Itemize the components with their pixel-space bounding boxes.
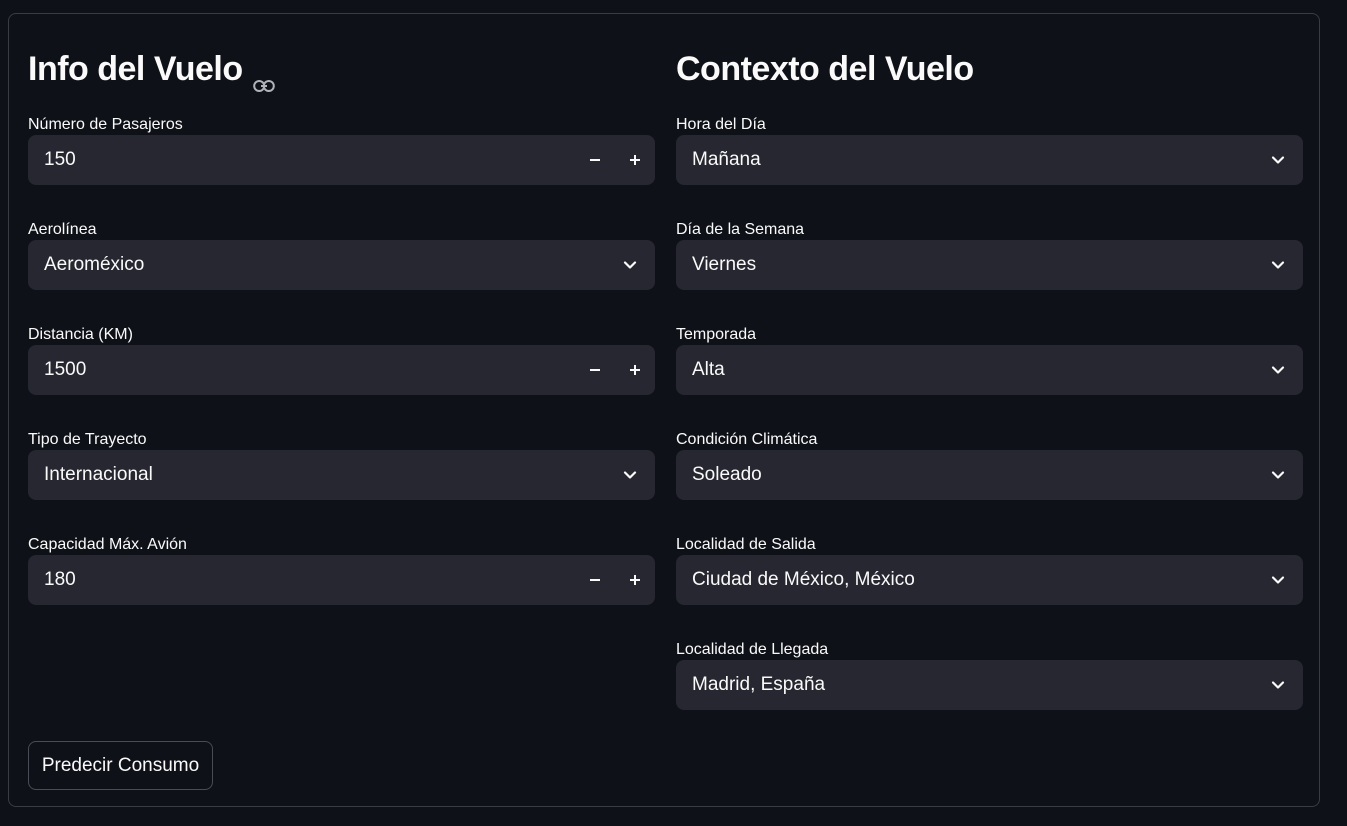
departure-location-select[interactable]: Ciudad de México, México (676, 555, 1303, 605)
flight-info-title: Info del Vuelo (28, 50, 243, 88)
passengers-label: Número de Pasajeros (28, 116, 183, 133)
route-type-label: Tipo de Trayecto (28, 431, 147, 448)
max-capacity-decrement-button[interactable] (575, 555, 615, 605)
chevron-down-icon (1271, 261, 1285, 269)
season-select[interactable]: Alta (676, 345, 1303, 395)
chevron-down-icon (623, 471, 637, 479)
max-capacity-number-input[interactable]: 180 (28, 555, 655, 605)
departure-location-value: Ciudad de México, México (692, 569, 915, 590)
passengers-value[interactable]: 150 (44, 135, 76, 185)
time-of-day-label: Hora del Día (676, 116, 766, 133)
arrival-location-label: Localidad de Llegada (676, 641, 829, 658)
chevron-down-icon (1271, 681, 1285, 689)
chevron-down-icon (1271, 156, 1285, 164)
chevron-down-icon (1271, 471, 1285, 479)
day-of-week-select[interactable]: Viernes (676, 240, 1303, 290)
max-capacity-increment-button[interactable] (615, 555, 655, 605)
passengers-decrement-button[interactable] (575, 135, 615, 185)
max-capacity-value[interactable]: 180 (44, 555, 76, 605)
departure-location-label: Localidad de Salida (676, 536, 816, 553)
predict-consumption-button[interactable]: Predecir Consumo (28, 741, 213, 790)
passengers-number-input[interactable]: 150 (28, 135, 655, 185)
day-of-week-label: Día de la Semana (676, 221, 805, 238)
arrival-location-select[interactable]: Madrid, España (676, 660, 1303, 710)
weather-select[interactable]: Soleado (676, 450, 1303, 500)
airline-select[interactable]: Aeroméxico (28, 240, 655, 290)
distance-decrement-button[interactable] (575, 345, 615, 395)
distance-increment-button[interactable] (615, 345, 655, 395)
route-type-select[interactable]: Internacional (28, 450, 655, 500)
max-capacity-label: Capacidad Máx. Avión (28, 536, 187, 553)
flight-info-heading: Info del Vuelo (28, 50, 275, 92)
weather-value: Soleado (692, 464, 762, 485)
link-icon[interactable] (252, 63, 275, 92)
season-value: Alta (692, 359, 725, 380)
airline-value: Aeroméxico (44, 254, 145, 275)
chevron-down-icon (1271, 366, 1285, 374)
day-of-week-value: Viernes (692, 254, 757, 275)
minus-icon (590, 369, 600, 371)
route-type-value: Internacional (44, 464, 153, 485)
airline-label: Aerolínea (28, 221, 97, 238)
time-of-day-select[interactable]: Mañana (676, 135, 1303, 185)
flight-context-heading: Contexto del Vuelo (676, 50, 974, 89)
minus-icon (590, 159, 600, 161)
distance-value[interactable]: 1500 (44, 345, 86, 395)
distance-label: Distancia (KM) (28, 326, 133, 343)
chevron-down-icon (1271, 576, 1285, 584)
plus-icon (630, 365, 640, 375)
time-of-day-value: Mañana (692, 149, 761, 170)
passengers-increment-button[interactable] (615, 135, 655, 185)
flight-context-title: Contexto del Vuelo (676, 50, 974, 88)
plus-icon (630, 155, 640, 165)
weather-label: Condición Climática (676, 431, 818, 448)
distance-number-input[interactable]: 1500 (28, 345, 655, 395)
minus-icon (590, 579, 600, 581)
flight-form: Info del Vuelo Número de Pasajeros 150 A… (8, 13, 1320, 807)
plus-icon (630, 575, 640, 585)
chevron-down-icon (623, 261, 637, 269)
season-label: Temporada (676, 326, 757, 343)
arrival-location-value: Madrid, España (692, 674, 826, 695)
